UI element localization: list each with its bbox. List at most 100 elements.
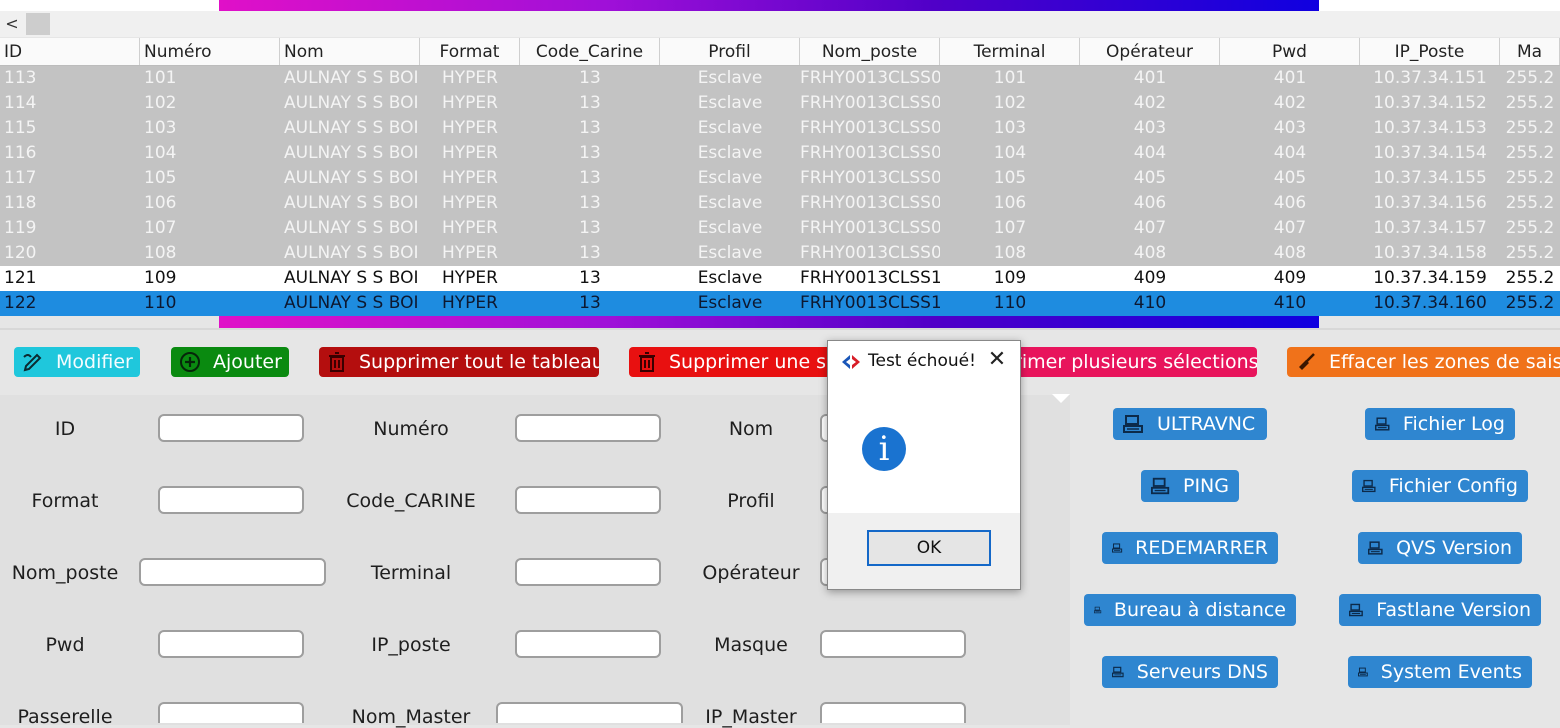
column-header[interactable]: Nom_poste <box>800 38 940 65</box>
trash-icon <box>327 350 347 374</box>
table-cell: HYPER <box>442 268 498 288</box>
ok-button[interactable]: OK <box>867 530 991 566</box>
table-cell: HYPER <box>442 143 498 163</box>
table-cell: 255.2 <box>1505 93 1555 113</box>
ping-button[interactable]: PING <box>1141 470 1239 502</box>
ultravnc-button[interactable]: ULTRAVNC <box>1113 408 1267 440</box>
close-icon[interactable]: ✕ <box>984 347 1010 372</box>
column-header[interactable]: Nom <box>280 38 420 65</box>
table-cell: 13 <box>579 143 601 163</box>
trash-icon <box>637 350 657 374</box>
table-cell: 13 <box>579 243 601 263</box>
serveurs-dns-label: Serveurs DNS <box>1136 661 1268 683</box>
label-passerelle: Passerelle <box>17 706 113 728</box>
column-header[interactable]: ID <box>0 38 140 65</box>
table-cell: 255.2 <box>1505 193 1555 213</box>
bureau-distance-button[interactable]: Bureau à distance <box>1084 594 1296 626</box>
table-cell: 101 <box>993 68 1027 88</box>
ping-label: PING <box>1183 475 1229 497</box>
table-row[interactable]: 121 109 AULNAY S S BOI HYPER 13 Esclave FRHY00… <box>0 266 1560 291</box>
table-cell: 101 <box>144 68 177 88</box>
fichier-config-button[interactable]: Fichier Config <box>1352 470 1528 502</box>
column-header[interactable]: Code_Carine <box>520 38 660 65</box>
table-cell: 406 <box>1133 193 1167 213</box>
column-header[interactable]: Terminal <box>940 38 1080 65</box>
label-masque: Masque <box>714 634 788 656</box>
table-cell: Esclave <box>697 93 763 113</box>
table-cell: 410 <box>1273 293 1307 313</box>
table-row[interactable]: 113 101 AULNAY S S BOI HYPER 13 Esclave FRHY00… <box>0 66 1560 91</box>
table-cell: 409 <box>1273 268 1307 288</box>
supprimer-tout-label: Supprimer tout le tableau <box>359 351 599 373</box>
serveurs-dns-button[interactable]: Serveurs DNS <box>1102 656 1278 688</box>
table-row[interactable]: 114 102 AULNAY S S BOI HYPER 13 Esclave FRHY00… <box>0 91 1560 116</box>
fichier-log-button[interactable]: Fichier Log <box>1365 408 1515 440</box>
carrefour-logo-icon <box>842 355 860 369</box>
redemarrer-button[interactable]: REDEMARRER <box>1102 532 1278 564</box>
table-row[interactable]: 117 105 AULNAY S S BOI HYPER 13 Esclave FRHY00… <box>0 166 1560 191</box>
table-row[interactable]: 118 106 AULNAY S S BOI HYPER 13 Esclave FRHY00… <box>0 191 1560 216</box>
nom-poste-input[interactable] <box>139 558 326 586</box>
table-cell: 110 <box>993 293 1027 313</box>
masque-input[interactable] <box>820 630 966 658</box>
table-cell: 401 <box>1133 68 1167 88</box>
passerelle-input[interactable] <box>158 702 304 723</box>
effacer-button[interactable]: Effacer les zones de saisie <box>1287 347 1560 377</box>
fastlane-version-button[interactable]: Fastlane Version <box>1339 594 1541 626</box>
column-header[interactable]: Numéro <box>140 38 280 65</box>
table-cell: 405 <box>1273 168 1307 188</box>
format-input[interactable] <box>158 486 304 514</box>
terminal-input[interactable] <box>515 558 661 586</box>
table-row[interactable]: 120 108 AULNAY S S BOI HYPER 13 Esclave FRHY00… <box>0 241 1560 266</box>
label-pwd: Pwd <box>45 634 85 656</box>
table-cell: 407 <box>1133 218 1167 238</box>
table-row[interactable]: 122 110 AULNAY S S BOI HYPER 13 Esclave FRHY00… <box>0 291 1560 316</box>
computer-icon <box>1362 479 1376 493</box>
system-events-button[interactable]: System Events <box>1348 656 1532 688</box>
bottom-gradient-scrollbar[interactable] <box>219 316 1319 328</box>
table-cell: 107 <box>144 218 177 238</box>
table-cell: Esclave <box>697 293 763 313</box>
pwd-input[interactable] <box>158 630 304 658</box>
nom-master-input[interactable] <box>496 702 683 723</box>
table-cell: Esclave <box>697 143 763 163</box>
computer-icon <box>1112 666 1124 678</box>
top-gradient-scrollbar[interactable] <box>219 0 1319 11</box>
id-input[interactable] <box>158 414 304 442</box>
column-header[interactable]: Profil <box>660 38 800 65</box>
table-row[interactable]: 119 107 AULNAY S S BOI HYPER 13 Esclave FRHY00… <box>0 216 1560 241</box>
horizontal-scrollbar[interactable] <box>0 11 1560 37</box>
ip-poste-input[interactable] <box>515 630 661 658</box>
table-cell: AULNAY S S BOI <box>284 243 419 263</box>
scroll-left-arrow-icon[interactable]: < <box>0 11 24 37</box>
table-cell: 10.37.34.159 <box>1373 268 1487 288</box>
table-header: ID Numéro Nom Format Code_Carine Profil Nom_po… <box>0 38 1560 66</box>
qvs-version-button[interactable]: QVS Version <box>1358 532 1522 564</box>
table-cell: 404 <box>1273 143 1307 163</box>
numero-input[interactable] <box>515 414 661 442</box>
ajouter-button[interactable]: Ajouter <box>171 347 289 377</box>
table-cell: 402 <box>1273 93 1307 113</box>
table-cell: 13 <box>579 118 601 138</box>
ip-master-input[interactable] <box>820 702 966 723</box>
column-header[interactable]: IP_Poste <box>1360 38 1500 65</box>
table-cell: 10.37.34.152 <box>1373 93 1487 113</box>
column-header[interactable]: Pwd <box>1220 38 1360 65</box>
modifier-button[interactable]: Modifier <box>14 347 140 377</box>
label-nom-master: Nom_Master <box>351 706 471 728</box>
column-header[interactable]: Opérateur <box>1080 38 1220 65</box>
scroll-thumb[interactable] <box>26 13 50 35</box>
table-cell: FRHY0013CLSS0 <box>800 118 940 138</box>
column-header[interactable]: Format <box>420 38 520 65</box>
table-row[interactable]: 116 104 AULNAY S S BOI HYPER 13 Esclave FRHY00… <box>0 141 1560 166</box>
supprimer-plusieurs-button[interactable]: primer plusieurs sélections <box>990 347 1257 377</box>
table-cell: 108 <box>144 243 177 263</box>
column-header[interactable]: Ma <box>1500 38 1560 65</box>
supprimer-tout-button[interactable]: Supprimer tout le tableau <box>319 347 599 377</box>
code-carine-input[interactable] <box>515 486 661 514</box>
qvs-version-label: QVS Version <box>1396 537 1512 559</box>
table-row[interactable]: 115 103 AULNAY S S BOI HYPER 13 Esclave FRHY00… <box>0 116 1560 141</box>
table-cell: HYPER <box>442 118 498 138</box>
table-cell: 405 <box>1133 168 1167 188</box>
table-cell: 255.2 <box>1505 243 1555 263</box>
